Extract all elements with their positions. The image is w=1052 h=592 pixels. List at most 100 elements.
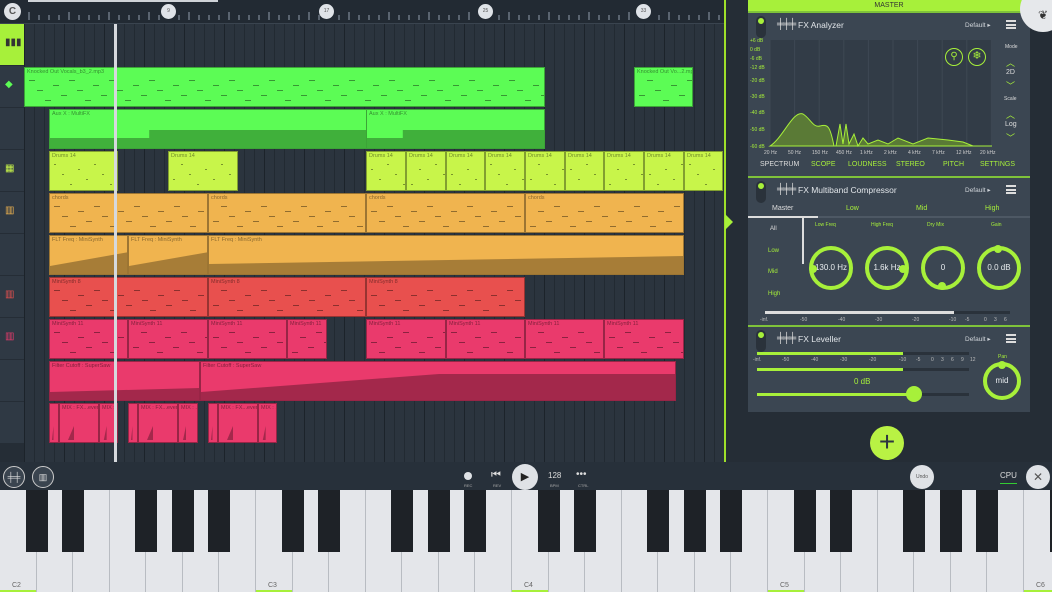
clip-aux[interactable]: Aux X : MultiFX bbox=[366, 109, 545, 149]
clip-minisynth11[interactable]: MiniSynth 11 bbox=[604, 319, 684, 359]
piano-black-key[interactable] bbox=[171, 490, 194, 552]
clip-filter[interactable]: Filter Cutoff : SuperSaw bbox=[49, 361, 200, 401]
clip-drums[interactable]: Drums 14 bbox=[366, 151, 406, 191]
bar-marker[interactable]: 25 bbox=[478, 4, 493, 19]
knob-high-freq[interactable]: 1.6k Hz bbox=[865, 246, 909, 290]
clip-minisynth11[interactable]: MiniSynth 11 bbox=[366, 319, 446, 359]
preset-selector[interactable]: Default ▸ bbox=[965, 335, 991, 343]
track-header-minisynth11[interactable]: ▥ bbox=[0, 318, 24, 360]
piano-black-key[interactable] bbox=[25, 490, 48, 552]
knob-low-freq[interactable]: 130.0 Hz bbox=[809, 246, 853, 290]
clip-chords[interactable]: chords bbox=[366, 193, 525, 233]
analyzer-tab-scope[interactable]: SCOPE bbox=[811, 161, 836, 168]
track-header-chords[interactable]: ▥ bbox=[0, 192, 24, 234]
piano-black-key[interactable] bbox=[574, 490, 597, 552]
track-header-aux[interactable] bbox=[0, 108, 24, 150]
clip-mix[interactable]: MIX : ... bbox=[178, 403, 198, 443]
scale-up-icon[interactable]: ︿ bbox=[1006, 108, 1015, 121]
mixer-button[interactable]: ╪╪ bbox=[3, 466, 25, 488]
piano-black-key[interactable] bbox=[647, 490, 670, 552]
piano-black-key[interactable] bbox=[62, 490, 85, 552]
gain-slider-handle[interactable] bbox=[905, 386, 922, 402]
piano-keyboard[interactable]: C2 C3 C4 C5 C6 bbox=[0, 490, 1052, 592]
piano-black-key[interactable] bbox=[281, 490, 304, 552]
power-toggle[interactable] bbox=[756, 330, 766, 352]
power-toggle[interactable] bbox=[756, 16, 766, 38]
band-tab-high[interactable]: High bbox=[985, 205, 999, 212]
clip-mix[interactable] bbox=[208, 403, 218, 443]
clip-minisynth11[interactable]: MiniSynth 11 bbox=[287, 319, 327, 359]
bar-marker[interactable]: 9 bbox=[161, 4, 176, 19]
clip-drums[interactable]: Drums 14 bbox=[644, 151, 684, 191]
knob-gain[interactable]: 0.0 dB bbox=[977, 245, 1021, 290]
knob-dry-mix[interactable]: 0 bbox=[921, 246, 965, 290]
piano-black-key[interactable] bbox=[464, 490, 487, 552]
track-header-minisynth8[interactable]: ▥ bbox=[0, 276, 24, 318]
clip-mix[interactable] bbox=[49, 403, 59, 443]
track-header-filter[interactable] bbox=[0, 360, 24, 402]
clip-flt[interactable]: FLT Freq : MiniSynth bbox=[208, 235, 684, 275]
analyzer-tab-loudness[interactable]: LOUDNESS bbox=[848, 161, 887, 168]
mode-up-icon[interactable]: ︿ bbox=[1006, 56, 1015, 69]
menu-icon[interactable] bbox=[1006, 20, 1016, 29]
piano-black-key[interactable] bbox=[720, 490, 743, 552]
clip-minisynth11[interactable]: MiniSynth 11 bbox=[446, 319, 525, 359]
clip-drums[interactable]: Drums 14 bbox=[49, 151, 118, 191]
panel-toggle-arrow[interactable] bbox=[725, 214, 733, 230]
zoom-icon[interactable]: ⚲ bbox=[945, 48, 963, 66]
piano-black-key[interactable] bbox=[903, 490, 926, 552]
track-header-master[interactable]: ▮▮▮ bbox=[0, 24, 24, 66]
track-header-vocals[interactable]: ◆ bbox=[0, 66, 24, 108]
clip-drums[interactable]: Drums 14 bbox=[604, 151, 644, 191]
clip-minisynth11[interactable]: MiniSynth 11 bbox=[525, 319, 604, 359]
add-fx-button[interactable]: + bbox=[870, 426, 904, 460]
clip-filter[interactable]: Filter Cutoff : SuperSaw bbox=[200, 361, 676, 401]
power-toggle[interactable] bbox=[756, 181, 766, 203]
piano-black-key[interactable] bbox=[391, 490, 414, 552]
clip-drums[interactable]: Drums 14 bbox=[446, 151, 485, 191]
clip-drums[interactable]: Drums 14 bbox=[406, 151, 446, 191]
cpu-meter[interactable]: CPU bbox=[1000, 471, 1017, 484]
band-tab-low[interactable]: Low bbox=[846, 205, 859, 212]
rewind-button[interactable]: ⏮ bbox=[491, 469, 501, 482]
analyzer-tab-spectrum[interactable]: SPECTRUM bbox=[760, 161, 799, 168]
piano-black-key[interactable] bbox=[427, 490, 450, 552]
more-icon[interactable]: ••• bbox=[576, 469, 587, 480]
track-header-flt[interactable] bbox=[0, 234, 24, 276]
clip-drums[interactable]: Drums 14 bbox=[168, 151, 238, 191]
preset-selector[interactable]: Default ▸ bbox=[965, 186, 991, 194]
track-header-mix[interactable] bbox=[0, 402, 24, 444]
track-header-drums[interactable]: ▦ bbox=[0, 150, 24, 192]
clip-drums[interactable]: Drums 14 bbox=[684, 151, 723, 191]
piano-black-key[interactable] bbox=[208, 490, 231, 552]
analyzer-tab-settings[interactable]: SETTINGS bbox=[980, 161, 1015, 168]
clip-chords[interactable]: chords bbox=[208, 193, 366, 233]
clip-vocals[interactable]: Knocked Out Vo...2.mp3 bbox=[634, 67, 693, 107]
master-header[interactable]: MASTER bbox=[748, 0, 1030, 11]
close-button[interactable]: ✕ bbox=[1026, 465, 1050, 489]
clip-mix[interactable]: MIX : FX...everb bbox=[218, 403, 258, 443]
timeline-ruler[interactable]: C 9 17 25 33 bbox=[0, 0, 725, 24]
band-select-mid[interactable]: Mid bbox=[768, 269, 778, 275]
menu-icon[interactable] bbox=[1006, 185, 1016, 194]
clip-flt[interactable]: FLT Freq : MiniSynth bbox=[128, 235, 208, 275]
clip-chords[interactable]: chords bbox=[525, 193, 684, 233]
clip-chords[interactable]: chords bbox=[49, 193, 208, 233]
piano-black-key[interactable] bbox=[537, 490, 560, 552]
clip-minisynth8[interactable]: MiniSynth 8 bbox=[366, 277, 525, 317]
clip-drums[interactable]: Drums 14 bbox=[565, 151, 604, 191]
piano-black-key[interactable] bbox=[135, 490, 158, 552]
clip-minisynth8[interactable]: MiniSynth 8 bbox=[49, 277, 208, 317]
analyzer-tab-pitch[interactable]: PITCH bbox=[943, 161, 964, 168]
mode-down-icon[interactable]: ﹀ bbox=[1006, 79, 1015, 92]
freeze-icon[interactable]: ❄ bbox=[968, 48, 986, 66]
preset-selector[interactable]: Default ▸ bbox=[965, 21, 991, 29]
piano-button[interactable]: ▥ bbox=[32, 466, 54, 488]
bar-marker[interactable]: 33 bbox=[636, 4, 651, 19]
clip-drums[interactable]: Drums 14 bbox=[525, 151, 565, 191]
piano-black-key[interactable] bbox=[683, 490, 706, 552]
arrangement-area[interactable]: Knocked Out Vocals_b3_2.mp3 Knocked Out V… bbox=[24, 24, 724, 462]
clip-mix[interactable] bbox=[128, 403, 138, 443]
clip-drums[interactable]: Drums 14 bbox=[485, 151, 525, 191]
record-button[interactable] bbox=[464, 472, 472, 480]
